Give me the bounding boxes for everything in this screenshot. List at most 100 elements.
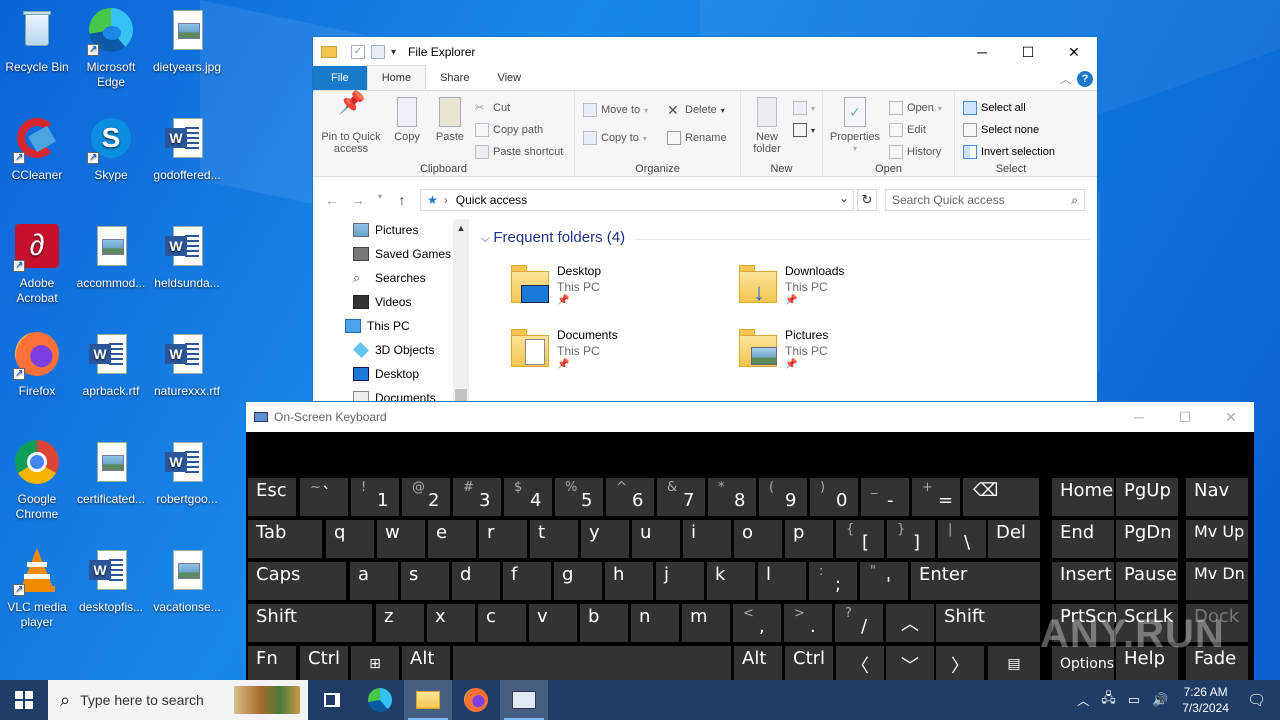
key-h[interactable]: h — [605, 562, 653, 600]
folder-desktop[interactable]: Desktop This PC 📌 — [511, 263, 601, 306]
folder-pictures[interactable]: Pictures This PC 📌 — [739, 327, 828, 370]
maximize-button[interactable]: ☐ — [1005, 37, 1051, 67]
osk-close-button[interactable]: ✕ — [1208, 402, 1254, 432]
key-w[interactable]: w — [377, 520, 425, 558]
desktop-icon-ccleaner[interactable]: CCleaner — [0, 116, 74, 183]
key-i[interactable]: i — [683, 520, 731, 558]
close-button[interactable]: ✕ — [1051, 37, 1097, 67]
volume-icon[interactable]: 🔊 — [1146, 692, 1174, 708]
cut-button[interactable]: ✂ Cut — [475, 101, 510, 115]
osk-minimize-button[interactable]: ─ — [1116, 402, 1162, 432]
nav-item-searches[interactable]: ⌕ Searches — [353, 271, 426, 286]
key-x[interactable]: x — [427, 604, 475, 642]
desktop-icon-vacationse[interactable]: vacationse... — [150, 548, 224, 615]
key-f[interactable]: f — [503, 562, 551, 600]
tab-file[interactable]: File — [313, 66, 367, 90]
task-view-button[interactable] — [308, 680, 356, 720]
key-4[interactable]: $4 — [504, 478, 552, 516]
nav-item-saved-games[interactable]: Saved Games — [353, 247, 451, 261]
desktop-icon-dietyears[interactable]: dietyears.jpg — [150, 8, 224, 75]
start-button[interactable] — [0, 680, 48, 720]
recent-locations-chevron-icon[interactable]: ▾ — [375, 192, 385, 208]
delete-button[interactable]: ✕ Delete ▾ — [667, 103, 725, 117]
rename-button[interactable]: Rename — [667, 131, 727, 145]
folder-documents[interactable]: Documents This PC 📌 — [511, 327, 618, 370]
key-0[interactable]: ) 0 — [810, 478, 858, 516]
key-a[interactable]: a — [350, 562, 398, 600]
key-backspace[interactable]: ⌫ — [963, 478, 1039, 516]
key-quote[interactable]: " ' — [860, 562, 908, 600]
key-pgup[interactable]: PgUp — [1116, 478, 1178, 516]
paste-button[interactable]: Paste — [431, 97, 469, 143]
key-m[interactable]: m — [682, 604, 730, 642]
key-enter[interactable]: Enter — [911, 562, 1040, 600]
desktop-icon-heldsunda[interactable]: W heldsunda... — [150, 224, 224, 291]
key-c[interactable]: c — [478, 604, 526, 642]
key-g[interactable]: g — [554, 562, 602, 600]
desktop-icon-google-chrome[interactable]: Google Chrome — [0, 440, 74, 522]
invert-selection-button[interactable]: Invert selection — [963, 145, 1055, 159]
key-left-shift[interactable]: Shift — [248, 604, 372, 642]
key-left-alt[interactable]: Alt — [402, 646, 450, 684]
properties-quick-icon[interactable]: ✓ — [351, 45, 365, 59]
desktop-icon-godoffered[interactable]: W godoffered... — [150, 116, 224, 183]
key-caps[interactable]: Caps — [248, 562, 346, 600]
nav-item-3d-objects[interactable]: 3D Objects — [353, 342, 434, 358]
key-t[interactable]: t — [530, 520, 578, 558]
new-item-button[interactable]: ▾ — [793, 101, 815, 115]
key-o[interactable]: o — [734, 520, 782, 558]
key-e[interactable]: e — [428, 520, 476, 558]
new-folder-quick-icon[interactable] — [371, 45, 385, 59]
properties-button[interactable]: ✓ Properties ▾ — [827, 97, 883, 155]
key-comma[interactable]: <, — [733, 604, 781, 642]
taskbar-file-explorer[interactable] — [404, 680, 452, 720]
copy-path-button[interactable]: Copy path — [475, 123, 543, 137]
clock[interactable]: 7:26 AM 7/3/2024 — [1174, 684, 1237, 716]
refresh-icon[interactable]: ↻ — [857, 189, 877, 211]
paste-shortcut-button[interactable]: Paste shortcut — [475, 145, 563, 159]
key-semicolon[interactable]: :; — [809, 562, 857, 600]
scrollbar-thumb[interactable] — [455, 389, 467, 401]
key-3[interactable]: #3 — [453, 478, 501, 516]
easy-access-button[interactable]: ▾ — [793, 123, 815, 137]
desktop-icon-firefox[interactable]: Firefox — [0, 332, 74, 399]
key-slash[interactable]: ? / — [835, 604, 883, 642]
address-bar[interactable]: ★ › Quick access ⌄ — [420, 189, 854, 211]
key-home[interactable]: Home — [1052, 478, 1114, 516]
desktop-icon-robertgoo[interactable]: W robertgoo... — [150, 440, 224, 507]
desktop-icon-skype[interactable]: S Skype — [74, 116, 148, 183]
key-right-arrow[interactable]: 〉 — [936, 646, 984, 684]
desktop-icon-microsoft-edge[interactable]: Microsoft Edge — [74, 8, 148, 90]
key-backslash[interactable]: | \ — [938, 520, 986, 558]
history-button[interactable]: History — [889, 145, 941, 159]
key-9[interactable]: (9 — [759, 478, 807, 516]
osk-maximize-button[interactable]: ☐ — [1162, 402, 1208, 432]
key-u[interactable]: u — [632, 520, 680, 558]
taskbar-search-box[interactable]: ⌕ Type here to search — [48, 680, 308, 720]
key-insert[interactable]: Insert — [1052, 562, 1114, 600]
nav-item-this-pc[interactable]: This PC — [345, 319, 410, 333]
open-button[interactable]: Open ▾ — [889, 101, 942, 115]
key-mv-dn[interactable]: Mv Dn — [1186, 562, 1248, 600]
new-folder-button[interactable]: New folder — [747, 97, 787, 155]
key-up-arrow[interactable]: ︿ — [886, 604, 934, 642]
key-r[interactable]: r — [479, 520, 527, 558]
nav-item-pictures[interactable]: Pictures — [353, 223, 418, 237]
key-y[interactable]: y — [581, 520, 629, 558]
key-windows[interactable]: ⊞ — [351, 646, 399, 684]
key-5[interactable]: % 5 — [555, 478, 603, 516]
folder-downloads[interactable]: ↓ Downloads This PC 📌 — [739, 263, 844, 306]
desktop-icon-naturexxx[interactable]: W naturexxx.rtf — [150, 332, 224, 399]
address-dropdown-chevron-icon[interactable]: ⌄ — [839, 191, 849, 205]
key-n[interactable]: n — [631, 604, 679, 642]
tab-share[interactable]: Share — [426, 66, 483, 90]
key-v[interactable]: v — [529, 604, 577, 642]
navigation-pane-scrollbar[interactable]: ▲ — [453, 219, 469, 401]
key-6[interactable]: ^ 6 — [606, 478, 654, 516]
desktop-icon-certificated[interactable]: certificated... — [74, 440, 148, 507]
notification-center-icon[interactable]: 🗨 — [1237, 691, 1280, 709]
collapse-ribbon-chevron-icon[interactable]: ︿ — [1060, 71, 1071, 87]
search-input[interactable]: Search Quick access ⌕ — [885, 189, 1085, 211]
key-pause[interactable]: Pause — [1116, 562, 1178, 600]
help-icon[interactable]: ? — [1077, 71, 1093, 87]
